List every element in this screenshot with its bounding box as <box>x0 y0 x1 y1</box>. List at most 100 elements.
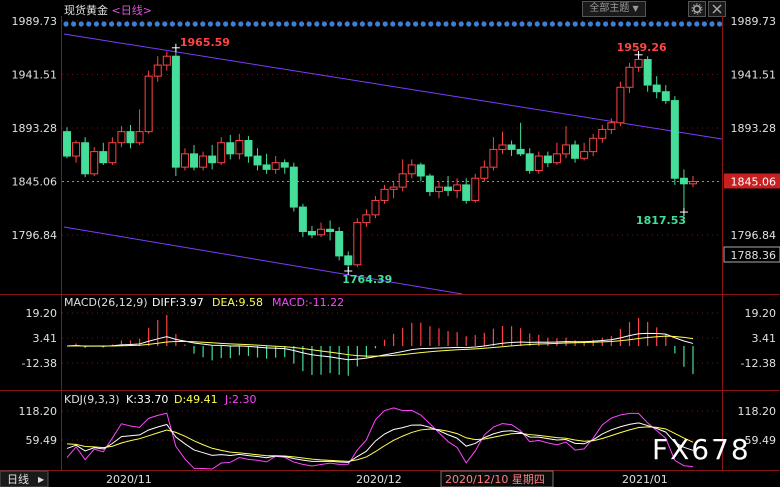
event-dot[interactable] <box>230 21 236 27</box>
event-dot[interactable] <box>405 21 411 27</box>
candle[interactable] <box>498 131 507 154</box>
event-dot[interactable] <box>466 21 472 27</box>
candle[interactable] <box>543 151 552 168</box>
event-dot[interactable] <box>686 21 692 27</box>
event-dot[interactable] <box>511 21 517 27</box>
candle[interactable] <box>135 109 144 145</box>
event-dot[interactable] <box>595 21 601 27</box>
candle[interactable] <box>416 162 425 182</box>
event-dot[interactable] <box>557 21 563 27</box>
event-dot[interactable] <box>671 21 677 27</box>
event-dot[interactable] <box>245 21 251 27</box>
candle[interactable] <box>453 178 462 199</box>
event-dot[interactable] <box>397 21 403 27</box>
candle[interactable] <box>280 159 289 174</box>
event-dot[interactable] <box>641 21 647 27</box>
event-dots-row[interactable] <box>63 21 723 27</box>
event-dot[interactable] <box>276 21 282 27</box>
event-dot[interactable] <box>496 21 502 27</box>
event-dot[interactable] <box>314 21 320 27</box>
candle[interactable] <box>444 176 453 196</box>
event-dot[interactable] <box>542 21 548 27</box>
candle[interactable] <box>643 56 652 92</box>
event-dot[interactable] <box>610 21 616 27</box>
event-dot[interactable] <box>185 21 191 27</box>
candle[interactable] <box>289 162 298 212</box>
event-dot[interactable] <box>618 21 624 27</box>
candle[interactable] <box>217 137 226 165</box>
event-dot[interactable] <box>458 21 464 27</box>
event-dot[interactable] <box>200 21 206 27</box>
event-dot[interactable] <box>101 21 107 27</box>
event-dot[interactable] <box>451 21 457 27</box>
candle[interactable] <box>580 142 589 161</box>
candle[interactable] <box>625 62 634 93</box>
event-dot[interactable] <box>283 21 289 27</box>
event-dot[interactable] <box>131 21 137 27</box>
event-dot[interactable] <box>587 21 594 27</box>
event-dot[interactable] <box>63 21 69 27</box>
candle[interactable] <box>262 153 271 174</box>
candle[interactable] <box>162 51 171 71</box>
chart-canvas[interactable]: 1965.59 1959.26 1764.39 1817.53 1989.73 1941… <box>0 0 780 487</box>
candle[interactable] <box>362 209 371 228</box>
macd-panel[interactable] <box>66 314 694 376</box>
candle[interactable] <box>171 47 180 177</box>
event-dot[interactable] <box>177 21 183 27</box>
event-dot[interactable] <box>443 21 449 27</box>
candle[interactable] <box>589 133 598 157</box>
candle[interactable] <box>298 203 307 238</box>
candle[interactable] <box>208 144 217 170</box>
event-dot[interactable] <box>71 21 77 27</box>
event-dot[interactable] <box>413 21 419 27</box>
event-dot[interactable] <box>428 21 434 27</box>
candle[interactable] <box>571 140 580 163</box>
event-dot[interactable] <box>109 21 115 27</box>
candle[interactable] <box>525 148 534 174</box>
event-dot[interactable] <box>192 21 198 27</box>
event-dot[interactable] <box>679 21 685 27</box>
candle[interactable] <box>480 160 489 182</box>
candle[interactable] <box>462 178 471 204</box>
candle[interactable] <box>153 56 162 82</box>
candle[interactable] <box>434 181 443 199</box>
candle[interactable] <box>63 127 71 159</box>
event-dot[interactable] <box>306 21 312 27</box>
event-dot[interactable] <box>580 21 586 27</box>
candle[interactable] <box>72 140 81 163</box>
candle[interactable] <box>598 124 607 143</box>
event-dot[interactable] <box>162 21 168 27</box>
event-dot[interactable] <box>382 21 388 27</box>
candle[interactable] <box>144 70 153 134</box>
candle[interactable] <box>117 126 126 148</box>
event-dot[interactable] <box>420 21 426 27</box>
event-dot[interactable] <box>534 21 540 27</box>
event-dot[interactable] <box>154 21 160 27</box>
candle[interactable] <box>253 148 262 171</box>
event-dot[interactable] <box>656 21 662 27</box>
event-dot[interactable] <box>565 21 571 27</box>
event-dot[interactable] <box>390 21 396 27</box>
event-dot[interactable] <box>299 21 305 27</box>
candle[interactable] <box>180 148 189 171</box>
event-dot[interactable] <box>549 21 556 27</box>
candle[interactable] <box>689 176 697 188</box>
candle[interactable] <box>489 137 498 171</box>
candle[interactable] <box>425 173 434 196</box>
candle[interactable] <box>507 140 516 157</box>
candle[interactable] <box>81 137 90 178</box>
candle[interactable] <box>235 133 244 160</box>
candlestick-series[interactable] <box>63 47 697 271</box>
candle[interactable] <box>371 195 380 219</box>
candle[interactable] <box>516 122 525 157</box>
candle[interactable] <box>561 126 570 159</box>
event-dot[interactable] <box>481 21 487 27</box>
candle[interactable] <box>380 184 389 204</box>
candle[interactable] <box>90 147 99 177</box>
event-dot[interactable] <box>261 21 267 27</box>
event-dot[interactable] <box>344 21 350 27</box>
candle[interactable] <box>226 134 235 160</box>
event-dot[interactable] <box>268 21 274 27</box>
event-dot[interactable] <box>238 21 244 27</box>
event-dot[interactable] <box>633 21 639 27</box>
